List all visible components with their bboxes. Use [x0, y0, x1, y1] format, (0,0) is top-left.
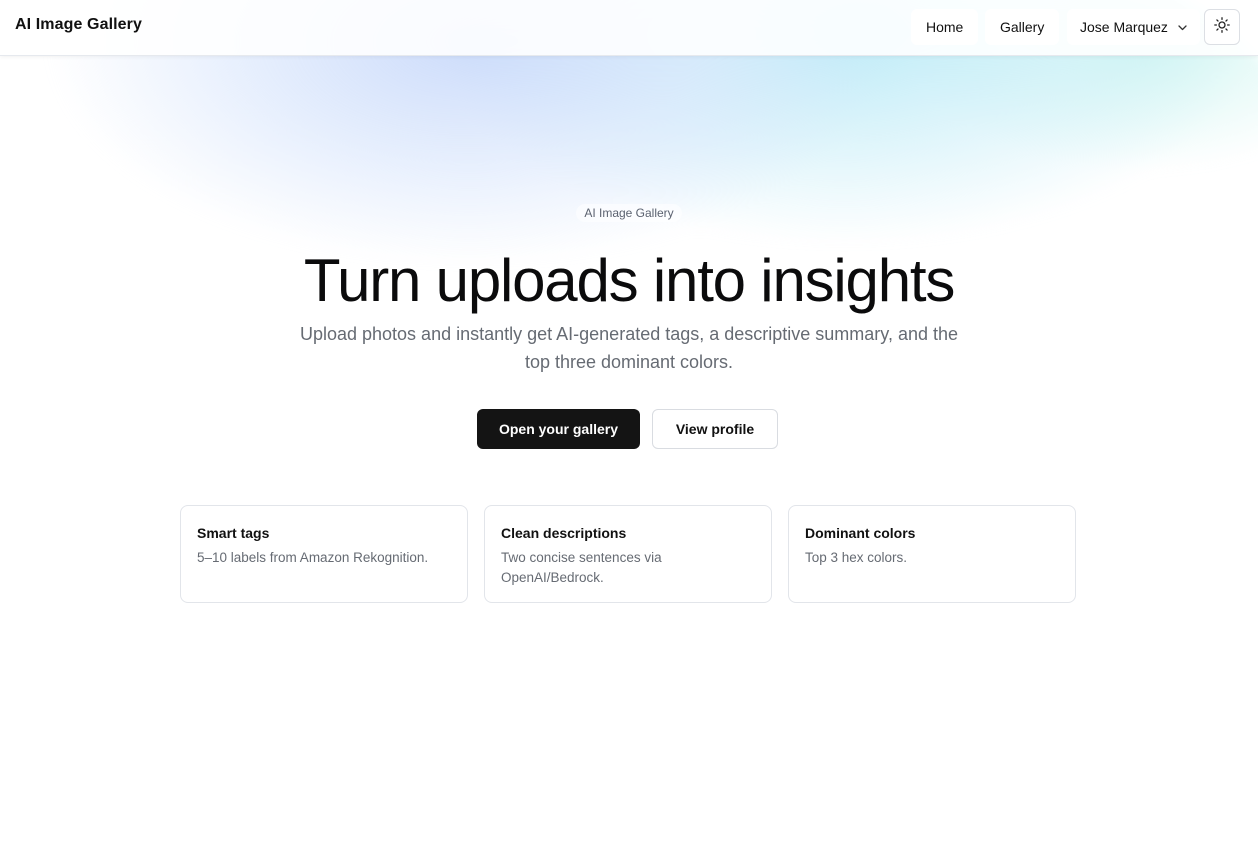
hero-title: Turn uploads into insights — [303, 247, 956, 314]
nav-home-link[interactable]: Home — [911, 9, 979, 45]
nav-gallery-link[interactable]: Gallery — [985, 9, 1060, 45]
feature-card-text: 5–10 labels from Amazon Rekognition. — [197, 550, 429, 565]
brand-logo[interactable]: AI Image Gallery — [15, 16, 142, 34]
feature-card-title: Dominant colors — [805, 525, 916, 541]
feature-card-text: Two concise sentences via OpenAI/Bedrock… — [501, 550, 662, 585]
top-navbar: AI Image Gallery Home Gallery Jose Marqu… — [0, 0, 1258, 56]
feature-card-clean-descriptions: Clean descriptions Two concise sentences… — [484, 505, 772, 603]
user-name: Jose Marquez — [1080, 19, 1168, 35]
chevron-down-icon — [1178, 8, 1187, 44]
hero-subtitle: Upload photos and instantly get AI-gener… — [299, 324, 959, 372]
page: AI Image Gallery Home Gallery Jose Marqu… — [0, 0, 1258, 848]
user-menu-button[interactable]: Jose Marquez — [1067, 9, 1200, 45]
sun-icon — [1214, 16, 1230, 38]
feature-card-smart-tags: Smart tags 5–10 labels from Amazon Rekog… — [180, 505, 468, 603]
open-gallery-button[interactable]: Open your gallery — [477, 409, 640, 449]
hero-eyebrow-text: AI Image Gallery — [576, 204, 682, 222]
feature-card-title: Clean descriptions — [501, 525, 627, 541]
feature-card-text: Top 3 hex colors. — [805, 550, 908, 565]
theme-toggle-button[interactable] — [1204, 9, 1240, 45]
feature-card-dominant-colors: Dominant colors Top 3 hex colors. — [788, 505, 1076, 603]
feature-card-title: Smart tags — [197, 525, 270, 541]
hero-eyebrow-badge: AI Image Gallery — [0, 204, 1258, 222]
view-profile-button[interactable]: View profile — [652, 409, 778, 449]
